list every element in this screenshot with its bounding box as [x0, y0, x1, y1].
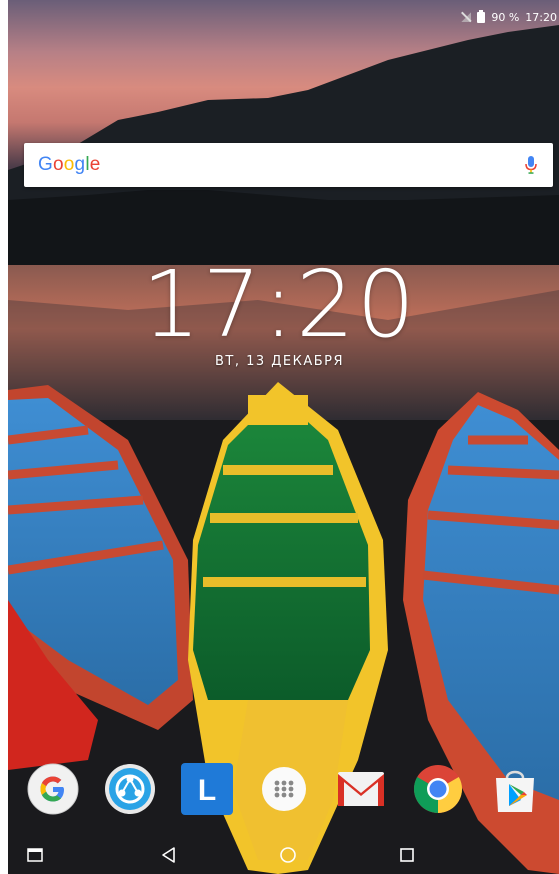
google-logo: Google	[38, 154, 101, 176]
l-letter: L	[197, 774, 215, 807]
logo-letter: o	[52, 154, 64, 175]
back-icon[interactable]	[160, 846, 178, 864]
logo-letter: e	[89, 154, 101, 175]
l-letter-icon: L	[180, 763, 233, 815]
battery-icon	[477, 9, 486, 23]
play-store-app[interactable]	[487, 761, 543, 817]
gmail-icon	[337, 772, 384, 806]
status-bar: 90 % 17:20	[8, 0, 559, 34]
clock-widget-time[interactable]: 17:20	[0, 255, 559, 355]
logo-letter: G	[38, 154, 53, 175]
left-edge-strip	[0, 0, 8, 874]
wallpaper	[8, 25, 559, 874]
google-app[interactable]	[25, 761, 81, 817]
home-screen: 90 % 17:20 Google 17:20 ВТ, 13 ДЕКАБРЯ L	[0, 0, 559, 874]
google-g-icon	[27, 763, 78, 815]
chrome-app[interactable]	[410, 761, 466, 817]
shareit-app[interactable]	[102, 761, 158, 817]
app-dock: L	[8, 758, 559, 820]
microphone-icon[interactable]	[525, 156, 537, 174]
no-sim-icon	[461, 12, 471, 22]
overview-icon[interactable]	[398, 846, 416, 864]
app-drawer[interactable]	[256, 761, 312, 817]
play-store-icon	[495, 770, 534, 812]
navigation-bar	[8, 836, 559, 874]
gmail-app[interactable]	[333, 761, 389, 817]
launcher-l-app[interactable]: L	[179, 761, 235, 817]
chrome-icon	[413, 765, 462, 813]
logo-letter: g	[74, 154, 86, 175]
app-drawer-icon	[261, 767, 306, 811]
clock-widget-date[interactable]: ВТ, 13 ДЕКАБРЯ	[0, 354, 559, 369]
home-icon[interactable]	[279, 846, 297, 864]
window-switch-icon[interactable]	[26, 846, 44, 864]
logo-letter: o	[63, 154, 75, 175]
battery-level: 90 %	[491, 10, 520, 24]
shareit-icon	[104, 764, 155, 814]
google-search-bar[interactable]: Google	[24, 143, 553, 187]
status-time: 17:20	[525, 10, 557, 24]
